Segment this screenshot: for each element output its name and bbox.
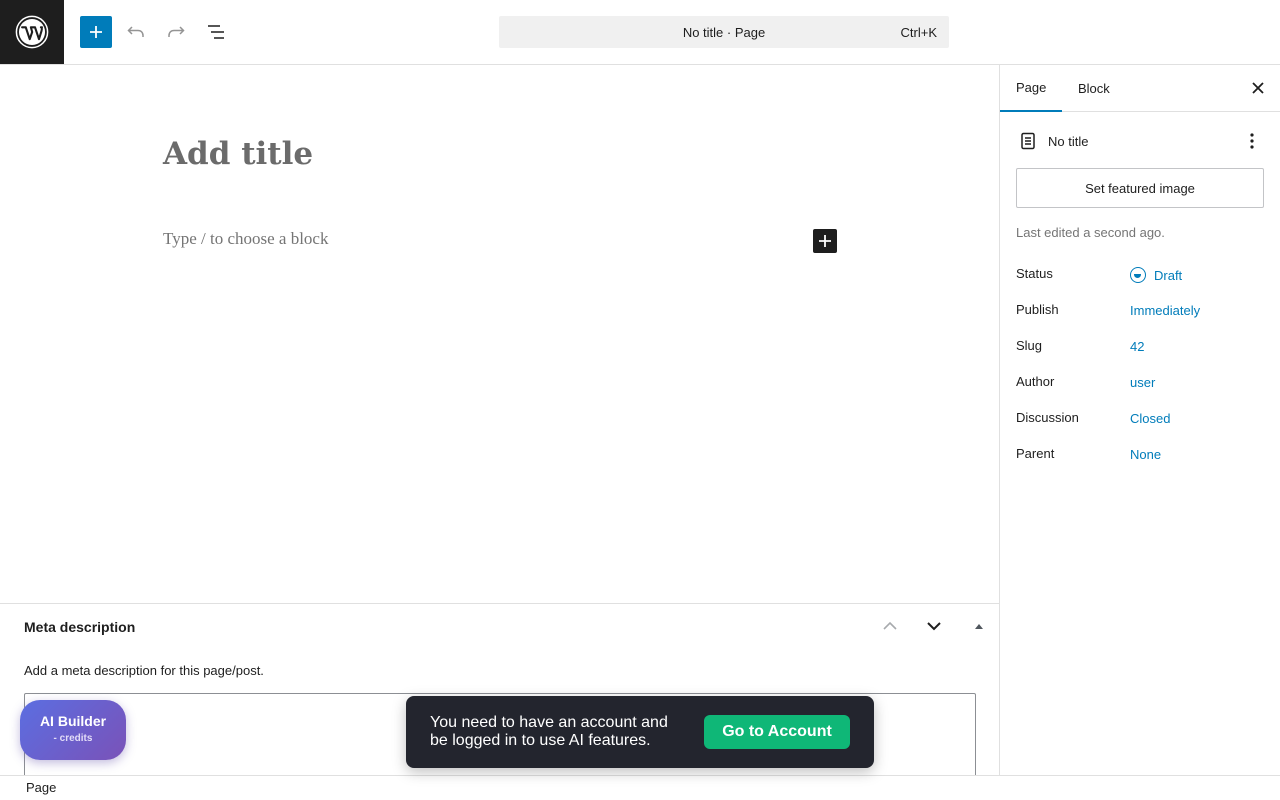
editor-footer: Page <box>0 775 1280 800</box>
set-featured-image-button[interactable]: Set featured image <box>1016 168 1264 208</box>
wordpress-logo <box>15 15 49 49</box>
settings-sidebar: Page Block No title Set featured image L… <box>999 65 1280 775</box>
keyboard-shortcut: Ctrl+K <box>900 25 937 40</box>
notice-message: You need to have an account and be logge… <box>430 714 668 749</box>
discussion-toggle[interactable]: Closed <box>1130 411 1170 426</box>
go-to-account-button[interactable]: Go to Account <box>704 715 850 749</box>
prop-row-publish: Publish Immediately <box>1016 298 1264 334</box>
command-palette-bar[interactable]: No title · Page Ctrl+K <box>499 16 949 48</box>
meta-box-title: Meta description <box>24 619 136 635</box>
prop-label-author: Author <box>1016 374 1055 389</box>
tab-page[interactable]: Page <box>1000 65 1063 112</box>
prop-row-parent: Parent None <box>1016 442 1264 478</box>
login-required-notice: You need to have an account and be logge… <box>406 696 874 768</box>
plus-icon <box>90 26 102 38</box>
document-summary: No title <box>1016 129 1264 153</box>
document-title-label: No title <box>1048 133 1089 149</box>
editor-header: No title · Page Ctrl+K <box>0 0 1280 65</box>
document-title: No title · Page <box>682 24 766 40</box>
breadcrumb[interactable]: Page <box>26 780 56 795</box>
redo-icon <box>168 26 185 37</box>
redo-button[interactable] <box>160 16 192 48</box>
prop-label-publish: Publish <box>1016 302 1059 317</box>
inline-block-inserter-button[interactable] <box>813 229 837 253</box>
ai-builder-credits: - credits <box>53 733 93 744</box>
chevron-up-icon <box>883 621 897 630</box>
prop-row-status: Status Draft <box>1016 262 1264 298</box>
chevron-down-icon <box>927 622 941 631</box>
post-title-input[interactable]: Add title <box>163 136 313 172</box>
close-sidebar-button[interactable] <box>1246 76 1270 100</box>
document-overview-button[interactable] <box>200 16 232 48</box>
sidebar-tabs: Page Block <box>1000 65 1280 112</box>
list-view-icon <box>208 25 224 39</box>
wordpress-logo-button[interactable] <box>0 0 64 64</box>
slug-toggle[interactable]: 42 <box>1130 339 1144 354</box>
move-down-button[interactable] <box>922 614 946 638</box>
status-draft-icon <box>1130 267 1146 283</box>
status-toggle[interactable]: Draft <box>1130 267 1182 283</box>
prop-row-author: Author user <box>1016 370 1264 406</box>
caret-up-icon <box>975 624 983 629</box>
document-actions-button[interactable] <box>1240 129 1264 153</box>
tab-block[interactable]: Block <box>1062 65 1126 112</box>
page-icon <box>1016 129 1040 153</box>
toggle-panel-button[interactable] <box>967 614 991 638</box>
prop-label-parent: Parent <box>1016 446 1055 461</box>
block-inserter-toggle[interactable] <box>80 16 112 48</box>
publish-date-toggle[interactable]: Immediately <box>1130 303 1200 318</box>
meta-description-help: Add a meta description for this page/pos… <box>24 663 264 678</box>
plus-icon <box>819 235 831 247</box>
default-block-appender[interactable]: Type / to choose a block <box>163 229 328 249</box>
ai-builder-title: AI Builder <box>39 713 107 729</box>
post-properties: Status Draft Publish Immediately Slug 42… <box>1016 262 1264 478</box>
prop-row-discussion: Discussion Closed <box>1016 406 1264 442</box>
prop-value-status: Draft <box>1154 267 1183 283</box>
prop-label-discussion: Discussion <box>1016 410 1079 425</box>
undo-icon <box>127 26 144 37</box>
move-up-button[interactable] <box>878 614 902 638</box>
prop-label-status: Status <box>1016 266 1053 281</box>
prop-label-slug: Slug <box>1016 338 1043 353</box>
prop-row-slug: Slug 42 <box>1016 334 1264 370</box>
close-icon <box>1252 82 1264 94</box>
author-toggle[interactable]: user <box>1130 375 1155 390</box>
ai-builder-button[interactable]: AI Builder - credits <box>20 700 126 760</box>
editor-canvas: Add title Type / to choose a block <box>0 65 999 603</box>
last-edited-text: Last edited a second ago. <box>1016 225 1165 240</box>
more-vertical-icon <box>1250 133 1254 149</box>
undo-button[interactable] <box>120 16 152 48</box>
parent-toggle[interactable]: None <box>1130 447 1161 462</box>
